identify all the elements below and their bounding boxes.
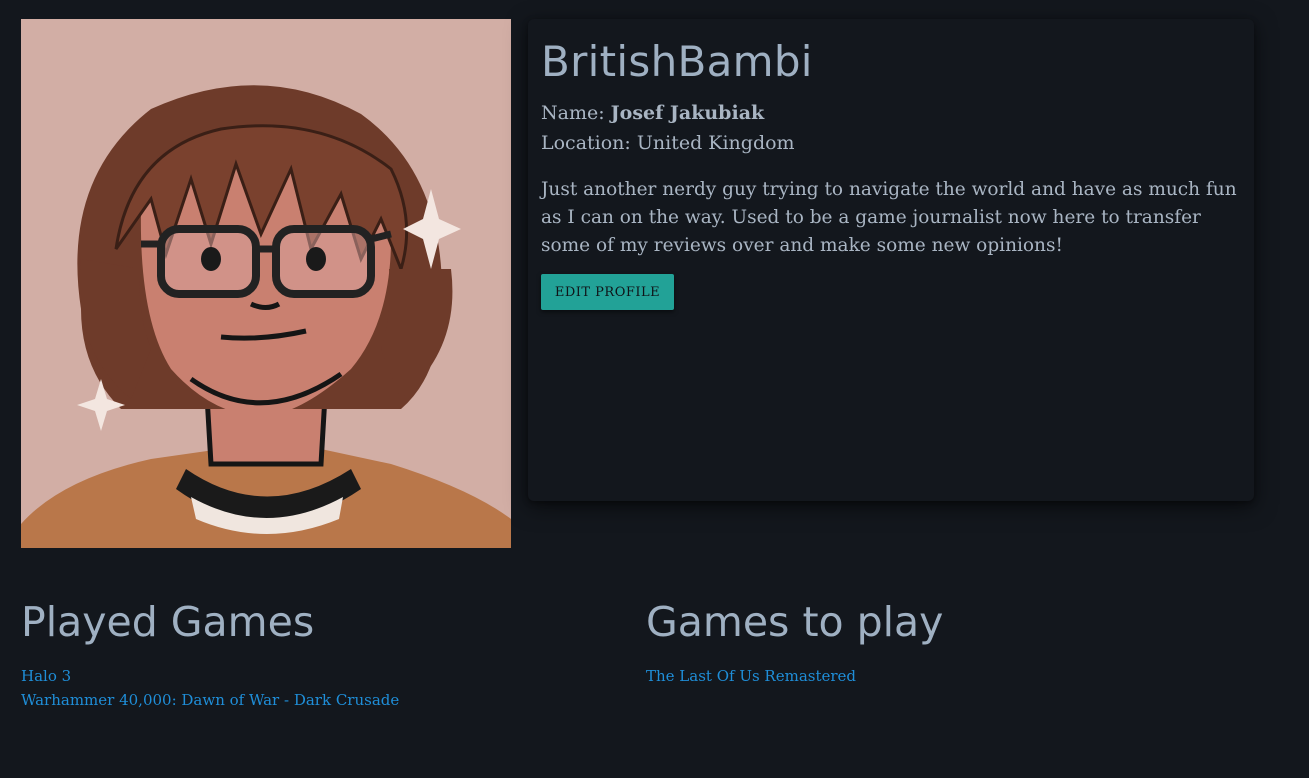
profile-username: BritishBambi xyxy=(541,37,813,86)
profile-name-row: Name: Josef Jakubiak xyxy=(541,102,764,124)
profile-location-row: Location: United Kingdom xyxy=(541,132,795,154)
game-link[interactable]: Halo 3 xyxy=(21,667,71,685)
games-to-play-list: The Last Of Us Remastered xyxy=(646,664,856,688)
profile-card: BritishBambi Name: Josef Jakubiak Locati… xyxy=(528,19,1254,501)
list-item: Halo 3 xyxy=(21,664,399,688)
edit-profile-button[interactable]: EDIT PROFILE xyxy=(541,274,674,310)
games-to-play-title: Games to play xyxy=(646,598,944,646)
game-link[interactable]: Warhammer 40,000: Dawn of War - Dark Cru… xyxy=(21,691,399,709)
list-item: The Last Of Us Remastered xyxy=(646,664,856,688)
location-value: United Kingdom xyxy=(636,132,795,154)
played-games-list: Halo 3 Warhammer 40,000: Dawn of War - D… xyxy=(21,664,399,712)
profile-bio: Just another nerdy guy trying to navigat… xyxy=(541,179,1237,256)
name-label: Name: xyxy=(541,102,605,124)
played-games-title: Played Games xyxy=(21,598,315,646)
game-link[interactable]: The Last Of Us Remastered xyxy=(646,667,856,685)
location-label: Location: xyxy=(541,132,631,154)
list-item: Warhammer 40,000: Dawn of War - Dark Cru… xyxy=(21,688,399,712)
name-value: Josef Jakubiak xyxy=(610,102,765,124)
profile-avatar xyxy=(21,19,511,548)
